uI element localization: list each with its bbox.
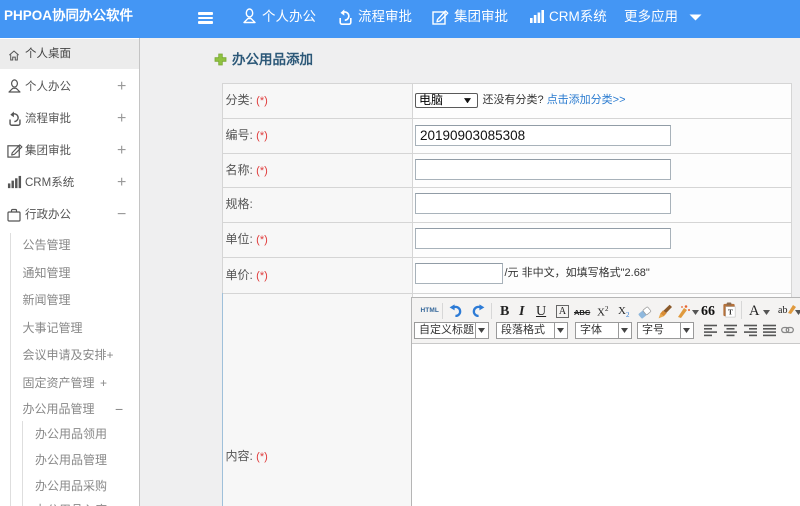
svg-text:T: T bbox=[728, 307, 733, 316]
